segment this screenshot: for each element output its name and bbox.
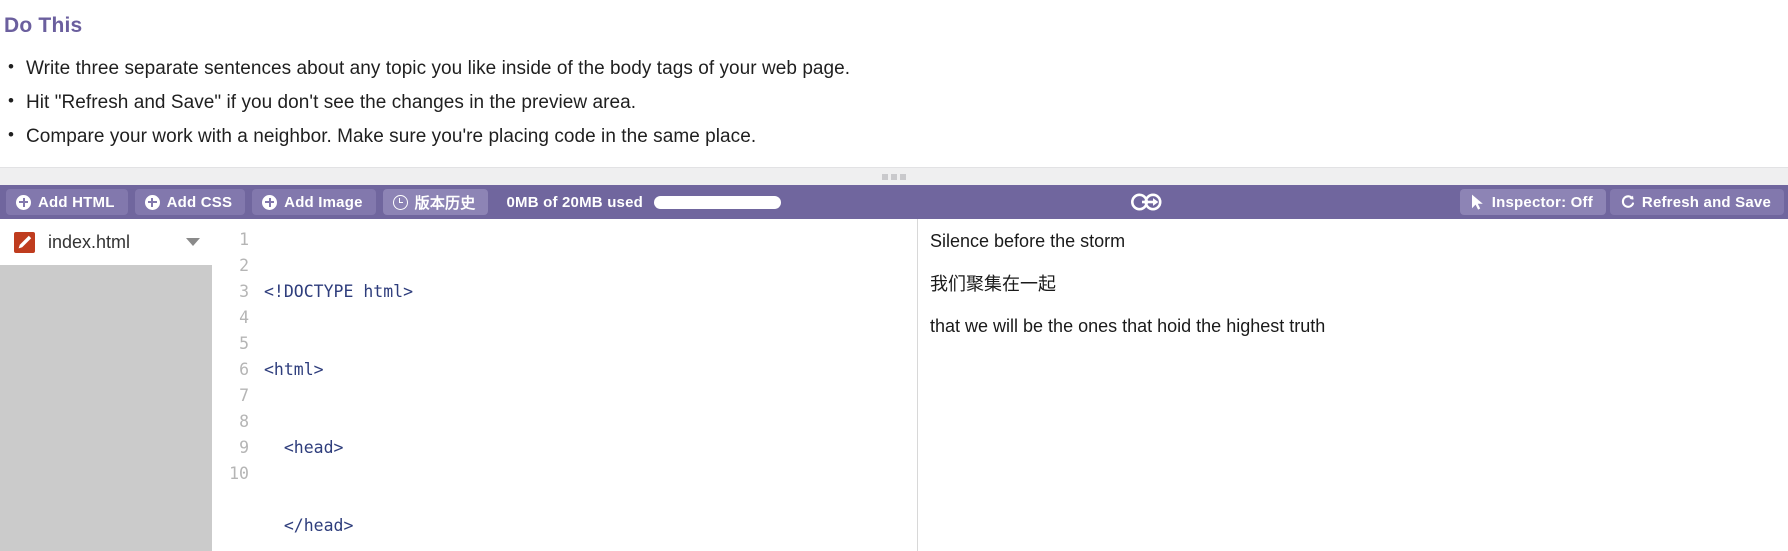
list-item: Hit "Refresh and Save" if you don't see … <box>8 89 1788 117</box>
storage-meter: 0MB of 20MB used <box>506 193 782 211</box>
sidebar-empty-area <box>0 265 212 551</box>
line-number: 2 <box>239 256 249 275</box>
line-number: 4 <box>239 308 249 327</box>
plus-circle-icon <box>144 194 160 210</box>
chevron-down-icon[interactable] <box>186 238 200 246</box>
drag-dot <box>882 173 888 180</box>
workspace: index.html 1 2 3 4 5 6 7 8 9 10 <!DOCTYP… <box>0 219 1788 551</box>
plus-circle-icon <box>16 194 31 210</box>
cursor-arrow-icon <box>1470 194 1485 210</box>
clock-icon <box>392 194 408 210</box>
page-title: Do This <box>4 14 83 37</box>
chain-link-icon[interactable] <box>1130 193 1164 212</box>
instructions-panel: Do This Write three separate sentences a… <box>0 0 1788 167</box>
code-text-area[interactable]: <!DOCTYPE html> <html> <head> </head> <b… <box>258 227 917 551</box>
storage-progress-bar <box>654 195 782 209</box>
code-editor[interactable]: 1 2 3 4 5 6 7 8 9 10 <!DOCTYPE html> <ht… <box>212 219 918 551</box>
plus-circle-icon <box>262 194 278 210</box>
list-item: Compare your work with a neighbor. Make … <box>8 123 1788 151</box>
toolbar-right-group: Inspector: Off Refresh and Save <box>1459 185 1788 219</box>
refresh-and-save-label: Refresh and Save <box>1641 193 1771 211</box>
code-line: <head> <box>264 438 344 457</box>
code-line: </head> <box>264 516 354 535</box>
drag-dot <box>891 173 897 180</box>
file-sidebar: index.html <box>0 219 212 551</box>
code-line: <!DOCTYPE html> <box>264 282 414 301</box>
line-number: 6 <box>239 360 249 379</box>
drag-dot <box>900 173 906 180</box>
line-number: 10 <box>229 464 249 483</box>
code-line: <html> <box>264 360 324 379</box>
file-list-item-index-html[interactable]: index.html <box>0 219 212 265</box>
add-image-label: Add Image <box>284 193 363 211</box>
preview-pane: Silence before the storm 我们聚集在一起 that we… <box>918 219 1788 551</box>
refresh-icon <box>1620 195 1635 210</box>
file-name-label: index.html <box>48 231 131 252</box>
line-number: 1 <box>239 230 249 249</box>
line-number: 8 <box>239 412 249 431</box>
refresh-and-save-button[interactable]: Refresh and Save <box>1609 189 1784 215</box>
preview-paragraph: that we will be the ones that hoid the h… <box>930 316 1326 337</box>
inspector-toggle-button[interactable]: Inspector: Off <box>1459 189 1606 215</box>
panel-splitter[interactable] <box>0 167 1788 185</box>
inspector-label: Inspector: Off <box>1491 193 1593 211</box>
add-html-button[interactable]: Add HTML <box>6 189 128 215</box>
preview-paragraph: 我们聚集在一起 <box>930 273 1056 294</box>
line-number: 7 <box>239 386 249 405</box>
storage-label: 0MB of 20MB used <box>506 193 644 211</box>
preview-paragraph: Silence before the storm <box>930 231 1126 251</box>
add-css-label: Add CSS <box>166 193 233 211</box>
version-history-label: 版本历史 <box>414 194 476 212</box>
version-history-button[interactable]: 版本历史 <box>382 189 489 215</box>
file-list: index.html <box>0 219 212 265</box>
instruction-list: Write three separate sentences about any… <box>0 55 1788 151</box>
add-image-button[interactable]: Add Image <box>252 189 376 215</box>
line-number: 9 <box>239 438 249 457</box>
editor-toolbar: Add HTML Add CSS Add Image 版本历史 0MB of 2… <box>0 185 1788 219</box>
html-file-pencil-icon <box>14 231 35 253</box>
line-number: 5 <box>239 334 249 353</box>
line-number: 3 <box>239 282 249 301</box>
line-number-gutter: 1 2 3 4 5 6 7 8 9 10 <box>212 227 258 551</box>
add-html-label: Add HTML <box>38 193 115 211</box>
add-css-button[interactable]: Add CSS <box>134 189 246 215</box>
list-item: Write three separate sentences about any… <box>8 55 1788 83</box>
drag-handle-dots-icon[interactable] <box>882 173 906 180</box>
